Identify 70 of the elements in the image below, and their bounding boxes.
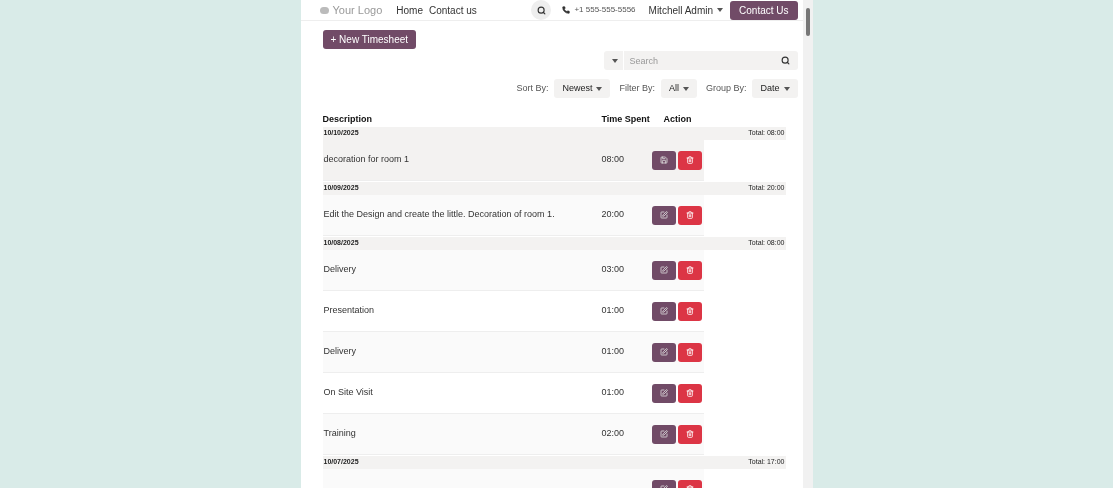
dropdown-label: Filter By: — [619, 81, 655, 95]
description-cell-text: On Site Visit — [322, 386, 374, 400]
time-cell-text: 01:00 — [601, 304, 626, 318]
nav-link[interactable]: Contact us — [428, 2, 477, 18]
phone-icon — [562, 6, 571, 14]
edit-icon — [659, 430, 668, 438]
time-cell-text: 02:00 — [601, 427, 626, 441]
column-header: Description — [322, 112, 373, 126]
time-cell-text: 01:00 — [601, 345, 626, 359]
trash-icon — [685, 348, 694, 356]
delete-button[interactable] — [677, 424, 702, 444]
trash-icon — [685, 266, 694, 274]
description-cell-text: Presentation — [322, 304, 376, 318]
edit-icon — [659, 307, 668, 315]
delete-button[interactable] — [677, 260, 702, 280]
trash-icon — [685, 389, 694, 397]
delete-button[interactable] — [677, 301, 702, 321]
description-cell-text: Training — [322, 427, 357, 441]
contact-us-button[interactable]: Contact Us — [730, 0, 798, 20]
search-icon — [536, 5, 546, 15]
save-button[interactable] — [651, 150, 676, 170]
dropdown-button[interactable]: All — [660, 79, 697, 98]
search-filter-toggle[interactable] — [603, 51, 624, 70]
search-icon[interactable] — [780, 56, 790, 65]
delete-button[interactable] — [677, 383, 702, 403]
trash-icon — [685, 156, 694, 164]
search-field[interactable]: Search — [623, 51, 798, 70]
description-cell-text: Delivery — [322, 345, 357, 359]
caret-icon — [612, 58, 618, 63]
edit-button[interactable] — [651, 260, 676, 280]
edit-icon — [659, 348, 668, 356]
nav-link[interactable]: Home — [396, 2, 423, 18]
time-cell-text: 03:00 — [601, 263, 626, 277]
caret-icon — [682, 86, 689, 91]
caret-icon — [596, 86, 603, 91]
edit-icon — [659, 389, 668, 397]
description-cell-text: Edit the Design and create the little. Decoration of room 1. — [322, 208, 556, 222]
caret-icon — [783, 86, 790, 91]
dropdown-label: Group By: — [705, 81, 747, 95]
dropdown-button[interactable]: Date — [752, 79, 798, 98]
search-button[interactable] — [531, 0, 552, 20]
edit-icon — [659, 211, 668, 219]
edit-button[interactable] — [651, 383, 676, 403]
edit-button[interactable] — [651, 301, 676, 321]
delete-button[interactable] — [677, 205, 702, 225]
cloud-icon — [319, 6, 329, 14]
dropdown-label: Sort By: — [516, 81, 549, 95]
description-cell-text: Delivery — [322, 263, 357, 277]
edit-button[interactable] — [651, 342, 676, 362]
trash-icon — [685, 211, 694, 219]
time-cell-text: 08:00 — [601, 153, 626, 167]
column-header: Action — [663, 112, 692, 126]
description-cell-text: decoration for room 1 — [322, 153, 411, 167]
edit-button[interactable] — [651, 424, 676, 444]
time-cell-text: 01:00 — [601, 386, 626, 400]
new-timesheet-button[interactable]: + New Timesheet — [322, 30, 417, 49]
delete-button[interactable] — [677, 342, 702, 362]
dropdown-button[interactable]: Newest — [554, 79, 611, 98]
scrollbar-thumb[interactable] — [805, 8, 810, 36]
save-icon — [659, 156, 668, 164]
edit-icon — [659, 266, 668, 274]
caret-icon — [717, 8, 724, 12]
trash-icon — [685, 430, 694, 438]
column-header: Time Spent — [601, 112, 651, 126]
trash-icon — [685, 307, 694, 315]
phone-number: +1 555-555-5556 — [574, 4, 636, 16]
user-menu[interactable]: Mitchell Admin — [648, 2, 724, 18]
edit-button[interactable] — [651, 205, 676, 225]
delete-button[interactable] — [677, 150, 702, 170]
time-cell-text: 20:00 — [601, 208, 626, 222]
